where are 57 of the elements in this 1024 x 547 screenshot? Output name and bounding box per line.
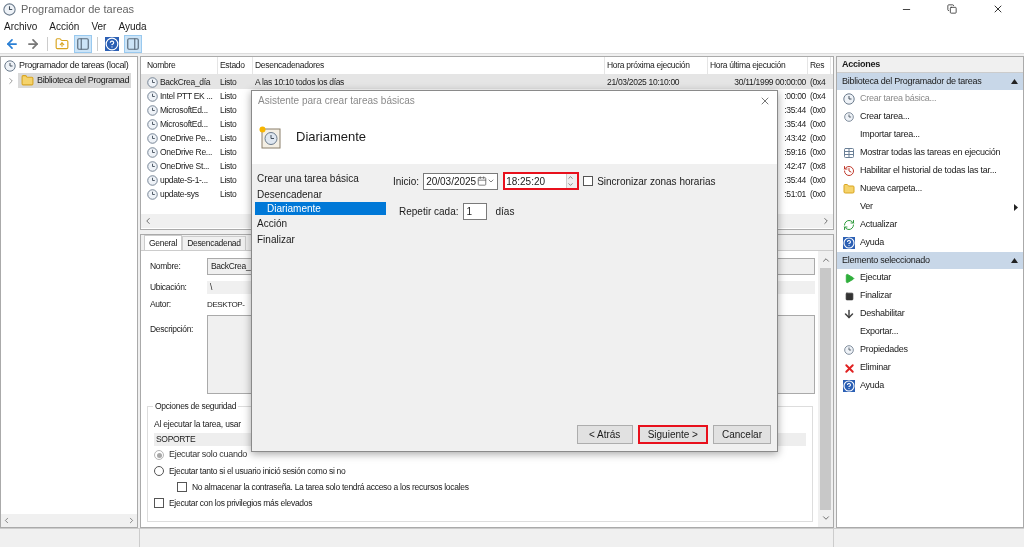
group-title: Opciones de seguridad — [153, 400, 239, 413]
table-cell: Listo — [220, 187, 237, 201]
table-cell: MicrosoftEd... — [160, 117, 208, 131]
table-cell: 30/11/1999 00:00:00 — [734, 75, 806, 89]
table-cell: (0x0 — [810, 117, 826, 131]
field-label: Nombre: — [150, 259, 182, 273]
table-cell: update-S-1-... — [160, 173, 208, 187]
table-cell: :35:44 — [784, 173, 806, 187]
field-label: Descripción: — [150, 323, 195, 336]
field-label: Ubicación: — [150, 281, 188, 294]
table-cell: :35:44 — [784, 103, 806, 117]
author-value: DESKTOP- — [207, 298, 245, 311]
table-cell: (0x4 — [810, 75, 826, 89]
option-label: Ejecutar con los privilegios más elevados — [169, 496, 313, 510]
table-cell: A las 10:10 todos los días — [255, 75, 345, 89]
table-cell: (0x0 — [810, 103, 826, 117]
checkbox-label: Sincronizar zonas horarias — [597, 174, 716, 189]
option-label: Ejecutar tanto si el usuario inició sesión como si no — [169, 464, 346, 478]
table-cell: (0x0 — [810, 173, 826, 187]
table-cell: OneDrive Re... — [160, 145, 212, 159]
table-cell: Listo — [220, 145, 237, 159]
table-cell: :51:01 — [784, 187, 806, 201]
table-cell: Listo — [220, 131, 237, 145]
table-cell: (0x0 — [810, 131, 826, 145]
table-cell: (0x0 — [810, 187, 826, 201]
unit-label: días — [495, 204, 515, 219]
table-cell: BackCrea_día — [160, 75, 211, 89]
option-label: Ejecutar solo cuando — [169, 448, 248, 462]
table-cell: :43:42 — [784, 131, 806, 145]
table-cell: MicrosoftEd... — [160, 103, 208, 117]
table-cell: (0x8 — [810, 159, 826, 173]
table-cell: Listo — [220, 75, 237, 89]
table-cell: :59:16 — [784, 145, 806, 159]
table-cell: Listo — [220, 173, 237, 187]
table-cell: :42:47 — [784, 159, 806, 173]
table-cell: OneDrive Pe... — [160, 131, 212, 145]
table-cell: :00:00 — [784, 89, 806, 103]
table-cell: :35:44 — [784, 117, 806, 131]
panel-title: Acciones — [837, 57, 1023, 73]
run-as-label: Al ejecutar la tarea, usar — [154, 417, 242, 431]
table-cell: Listo — [220, 103, 237, 117]
field-label: Inicio: — [393, 174, 420, 189]
table-cell: (0x0 — [810, 145, 826, 159]
window-title: Programador de tareas — [21, 1, 135, 17]
option-label: No almacenar la contraseña. La tarea solo tendrá acceso a los recursos locales — [192, 480, 469, 494]
table-cell: Intel PTT EK ... — [160, 89, 213, 103]
dialog-title: Asistente para crear tareas básicas — [258, 94, 415, 108]
table-cell: Listo — [220, 159, 237, 173]
field-label: Repetir cada: — [399, 204, 459, 219]
table-cell: 21/03/2025 10:10:00 — [607, 75, 680, 89]
table-cell: (0x4 — [810, 89, 826, 103]
field-label: Autor: — [150, 298, 172, 311]
dialog-heading: Diariamente — [296, 128, 367, 147]
table-cell: update-sys — [160, 187, 199, 201]
table-cell: Listo — [220, 89, 237, 103]
table-cell: Listo — [220, 117, 237, 131]
table-cell: OneDrive St... — [160, 159, 210, 173]
